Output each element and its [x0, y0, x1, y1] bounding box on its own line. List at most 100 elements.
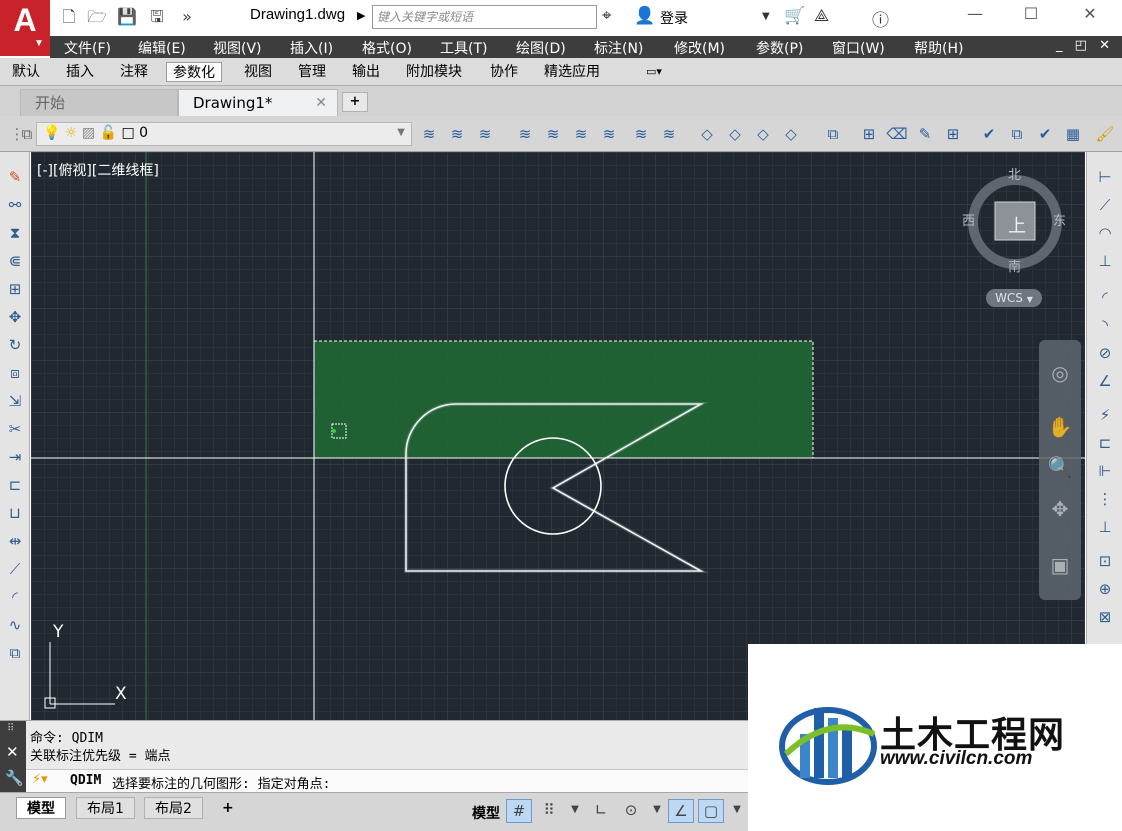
ribbon-tab-collaborate[interactable]: 协作 — [484, 62, 524, 82]
help-icon[interactable]: ⓘ — [872, 6, 889, 31]
pan-hand-icon[interactable]: ✋ — [1047, 414, 1073, 440]
layer-unlock-icon[interactable]: ≋ — [658, 124, 680, 146]
add-layout-button[interactable]: + — [212, 797, 244, 819]
maximize-button[interactable]: ☐ — [1016, 4, 1046, 28]
viewcube-top-label[interactable]: 上 — [1008, 212, 1026, 238]
mirror-icon[interactable]: ⧗ — [4, 222, 26, 244]
brush-icon[interactable]: 🖌 — [1094, 124, 1116, 146]
ribbon-tab-annotate[interactable]: 注释 — [114, 62, 154, 82]
autodesk-app-icon[interactable]: ⟁ — [814, 6, 829, 26]
ribbon-tab-default[interactable]: 默认 — [6, 62, 46, 82]
menu-tools[interactable]: 工具(T) — [440, 38, 487, 58]
command-input[interactable]: ⚡▾ QDIM 选择要标注的几何图形: 指定对角点: — [26, 769, 748, 793]
isodraft-icon[interactable]: ∠ — [668, 799, 694, 823]
dimension-break-icon[interactable]: ⊥ — [1093, 516, 1117, 538]
angular-dimension-icon[interactable]: ∠ — [1093, 370, 1117, 392]
chamfer-icon[interactable]: ⟋ — [4, 558, 26, 580]
close-tab-icon[interactable]: ✕ — [315, 90, 327, 117]
ribbon-tab-manage[interactable]: 管理 — [292, 62, 332, 82]
orbit-icon[interactable]: ✥ — [1047, 496, 1073, 522]
snap-mode-icon[interactable]: ⠿ — [536, 799, 562, 823]
layout-tab-layout1[interactable]: 布局1 — [76, 797, 135, 819]
search-input[interactable]: 键入关键字或短语 — [372, 5, 597, 29]
ribbon-tab-addins[interactable]: 附加模块 — [400, 62, 468, 82]
tab-start[interactable]: 开始 — [20, 89, 178, 116]
tab-drawing1[interactable]: Drawing1* ✕ — [178, 89, 338, 116]
ribbon-tab-parametric[interactable]: 参数化 — [166, 62, 222, 82]
ribbon-toggle-icon[interactable]: ▭▾ — [640, 62, 668, 82]
check-standards-icon[interactable]: ✔ — [978, 124, 1000, 146]
diameter-dimension-icon[interactable]: ⊘ — [1093, 342, 1117, 364]
drawing-canvas[interactable]: [-][俯视][二维线框] 上 北 南 东 西 WCS ▼ ◎ ✋ 🔍 ✥ ▣ … — [31, 152, 1085, 720]
eraser-icon[interactable]: ⌫ — [886, 124, 908, 146]
menu-window[interactable]: 窗口(W) — [832, 38, 885, 58]
layer-match-icon[interactable]: ≋ — [474, 124, 496, 146]
more-tools-icon[interactable]: » — [176, 6, 198, 28]
close-button[interactable]: ✕ — [1075, 4, 1105, 28]
measure-icon[interactable]: ⊞ — [858, 124, 880, 146]
arc-length-icon[interactable]: ◠ — [1093, 222, 1117, 244]
tolerance-icon[interactable]: ⊡ — [1093, 550, 1117, 572]
inspection-icon[interactable]: ⊠ — [1093, 606, 1117, 628]
ordinate-dimension-icon[interactable]: ⊥ — [1093, 250, 1117, 272]
menu-dimension[interactable]: 标注(N) — [594, 38, 643, 58]
viewport-controls-label[interactable]: [-][俯视][二维线框] — [37, 160, 159, 180]
block-icon[interactable]: ⧉ — [1006, 124, 1028, 146]
menu-format[interactable]: 格式(O) — [362, 38, 412, 58]
offset-icon[interactable]: ⋐ — [4, 250, 26, 272]
login-dropdown-icon[interactable]: ▼ — [762, 11, 770, 22]
application-menu-button[interactable]: A ▼ — [0, 0, 50, 56]
linear-dimension-icon[interactable]: ⊢ — [1093, 166, 1117, 188]
menu-draw[interactable]: 绘图(D) — [516, 38, 566, 58]
close-icon[interactable]: ✕ — [6, 743, 19, 761]
trim-icon[interactable]: ✂ — [4, 418, 26, 440]
wrench-icon[interactable]: 🔧 — [5, 769, 24, 787]
layer-state-icon[interactable]: ≋ — [418, 124, 440, 146]
explode-icon[interactable]: ⧉ — [4, 642, 26, 664]
model-space-button[interactable]: 模型 — [472, 803, 500, 823]
scale-icon[interactable]: ⧈ — [4, 362, 26, 384]
steering-wheel-icon[interactable]: ◎ — [1047, 360, 1073, 386]
grid-toggle-icon[interactable]: # — [506, 799, 532, 823]
new-file-icon[interactable]: 🗋 — [58, 6, 80, 28]
layer-lock-icon[interactable]: ≋ — [630, 124, 652, 146]
binoculars-icon[interactable]: ⌖ — [602, 6, 612, 26]
quick-dimension-icon[interactable]: ⚡ — [1093, 404, 1117, 426]
layer-previous-icon[interactable]: ≋ — [446, 124, 468, 146]
layer-off-icon[interactable]: ≋ — [570, 124, 592, 146]
break-icon[interactable]: ⊔ — [4, 502, 26, 524]
compass-east[interactable]: 东 — [1053, 210, 1066, 229]
layer-dropdown[interactable]: 💡 ☼ ▨ 🔓 □ 0 ▼ — [36, 122, 412, 146]
menu-file[interactable]: 文件(F) — [64, 38, 111, 58]
login-button[interactable]: 登录 — [660, 8, 688, 28]
layer-unisolate-icon[interactable]: ≋ — [542, 124, 564, 146]
object-snap-icon[interactable]: ▢ — [698, 799, 724, 823]
ortho-icon[interactable]: ∟ — [588, 799, 614, 823]
new-tab-button[interactable]: + — [342, 92, 368, 112]
table-icon[interactable]: ▦ — [1062, 124, 1084, 146]
array-icon[interactable]: ⊞ — [4, 278, 26, 300]
erase-icon[interactable]: ✎ — [4, 166, 26, 188]
layer-merge-icon[interactable]: ◇ — [724, 124, 746, 146]
continue-dimension-icon[interactable]: ⊩ — [1093, 460, 1117, 482]
ribbon-tab-output[interactable]: 输出 — [346, 62, 386, 82]
menu-insert[interactable]: 插入(I) — [290, 38, 333, 58]
menu-view[interactable]: 视图(V) — [213, 38, 262, 58]
ribbon-tab-featured[interactable]: 精选应用 — [538, 62, 606, 82]
radius-dimension-icon[interactable]: ◜ — [1093, 286, 1117, 308]
grid-array-icon[interactable]: ⊞ — [942, 124, 964, 146]
ribbon-tab-view[interactable]: 视图 — [238, 62, 278, 82]
aligned-dimension-icon[interactable]: ⟋ — [1093, 194, 1117, 216]
copy-icon[interactable]: ⚯ — [4, 194, 26, 216]
menu-help[interactable]: 帮助(H) — [914, 38, 963, 58]
open-folder-icon[interactable]: 🗁 — [86, 6, 108, 28]
layer-copy-icon[interactable]: ◇ — [780, 124, 802, 146]
compass-west[interactable]: 西 — [962, 210, 975, 229]
rotate-icon[interactable]: ↻ — [4, 334, 26, 356]
extend-icon[interactable]: ⇥ — [4, 446, 26, 468]
cart-icon[interactable]: 🛒 — [784, 6, 805, 26]
compass-north[interactable]: 北 — [1008, 164, 1021, 183]
fillet-icon[interactable]: ◜ — [4, 586, 26, 608]
dimension-space-icon[interactable]: ⋮ — [1093, 488, 1117, 510]
showmotion-icon[interactable]: ▣ — [1047, 552, 1073, 578]
